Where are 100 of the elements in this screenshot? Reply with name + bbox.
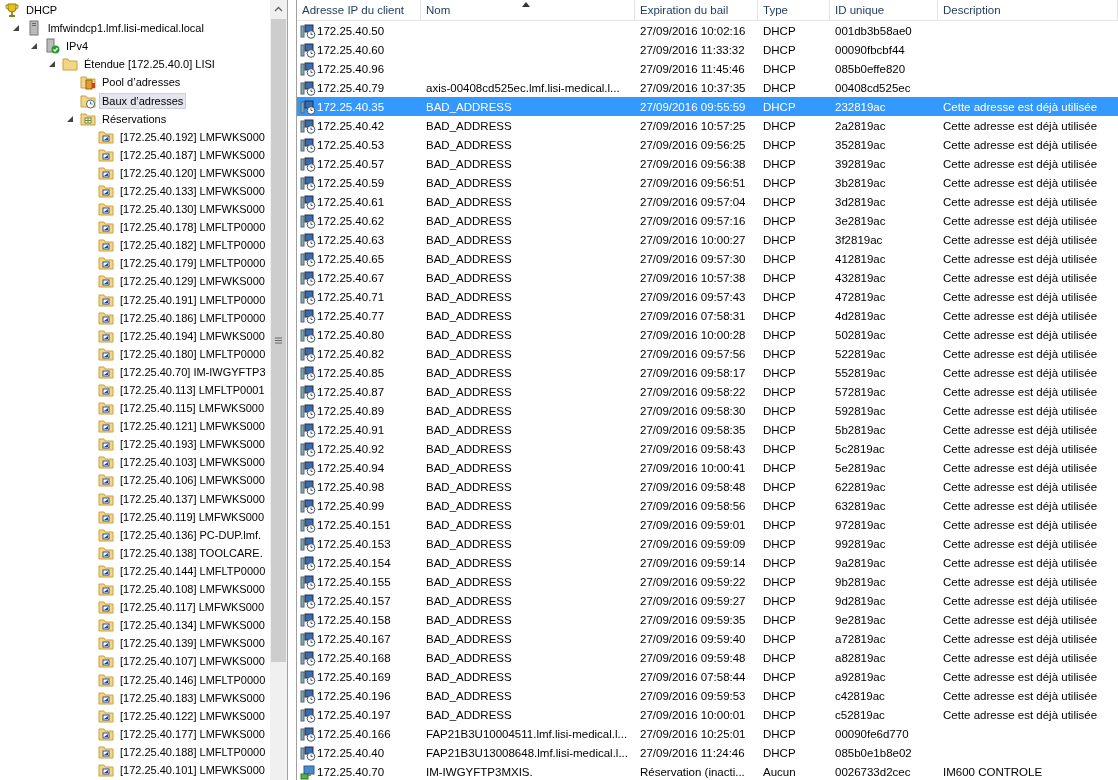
- table-row[interactable]: 172.25.40.154 BAD_ADDRESS 27/09/2016 09:59:14 DHCP 9a2819ac Cette adresse est déjà utilisée: [297, 553, 1118, 572]
- expand-arrow-icon[interactable]: [12, 24, 20, 33]
- table-row[interactable]: 172.25.40.63 BAD_ADDRESS 27/09/2016 10:00:27 DHCP 3f2819ac Cette adresse est déjà utilisée: [297, 230, 1118, 249]
- tree-item[interactable]: Réservations: [99, 110, 170, 127]
- tree-item[interactable]: [172.25.40.107] LMFWKS000: [117, 653, 268, 670]
- table-row[interactable]: 172.25.40.91 BAD_ADDRESS 27/09/2016 09:58:35 DHCP 5b2819ac Cette adresse est déjà utilisée: [297, 420, 1118, 439]
- table-row[interactable]: 172.25.40.197 BAD_ADDRESS 27/09/2016 10:00:01 DHCP c52819ac Cette adresse est déjà utilisée: [297, 705, 1118, 724]
- tree-item[interactable]: Étendue [172.25.40.0] LISI: [81, 56, 218, 73]
- table-row[interactable]: 172.25.40.96 27/09/2016 11:45:46 DHCP 085b0effe820: [297, 59, 1118, 78]
- tree-item[interactable]: [172.25.40.106] LMFWKS000: [117, 472, 268, 489]
- table-row[interactable]: 172.25.40.89 BAD_ADDRESS 27/09/2016 09:58:30 DHCP 592819ac Cette adresse est déjà utilisée: [297, 401, 1118, 420]
- tree-item[interactable]: [172.25.40.138] TOOLCARE.: [117, 544, 266, 561]
- column-header[interactable]: Nom: [421, 0, 635, 20]
- table-row[interactable]: 172.25.40.59 BAD_ADDRESS 27/09/2016 09:56:51 DHCP 3b2819ac Cette adresse est déjà utilisée: [297, 173, 1118, 192]
- tree-item[interactable]: [172.25.40.146] LMFLTP0000: [117, 671, 269, 688]
- tree-item[interactable]: [172.25.40.183] LMFWKS000: [117, 689, 268, 706]
- column-header[interactable]: Type: [758, 0, 830, 20]
- tree-item[interactable]: [172.25.40.194] LMFWKS000: [117, 327, 268, 344]
- tree-item[interactable]: [172.25.40.113] LMFLTP0001: [117, 382, 268, 398]
- table-row[interactable]: 172.25.40.71 BAD_ADDRESS 27/09/2016 09:57:43 DHCP 472819ac Cette adresse est déjà utilisée: [297, 287, 1118, 306]
- table-row[interactable]: 172.25.40.65 BAD_ADDRESS 27/09/2016 09:57:30 DHCP 412819ac Cette adresse est déjà utilisée: [297, 249, 1118, 268]
- tree-item[interactable]: [172.25.40.178] LMFLTP0000: [117, 219, 269, 236]
- table-row[interactable]: 172.25.40.50 27/09/2016 10:02:16 DHCP 001db3b58ae0: [297, 21, 1118, 40]
- table-row[interactable]: 172.25.40.70 IM-IWGYFTP3MXIS. Réservation (inacti... Aucun 0026733d2cec IM600 CONTROLE: [297, 762, 1118, 780]
- table-row[interactable]: 172.25.40.53 BAD_ADDRESS 27/09/2016 09:56:25 DHCP 352819ac Cette adresse est déjà utilisée: [297, 135, 1118, 154]
- table-row[interactable]: 172.25.40.92 BAD_ADDRESS 27/09/2016 09:58:43 DHCP 5c2819ac Cette adresse est déjà utilisée: [297, 439, 1118, 458]
- table-cell: DHCP: [763, 423, 796, 436]
- tree-item[interactable]: [172.25.40.115] LMFWKS000: [117, 400, 268, 417]
- table-row[interactable]: 172.25.40.98 BAD_ADDRESS 27/09/2016 09:58:48 DHCP 622819ac Cette adresse est déjà utilisée: [297, 477, 1118, 496]
- table-row[interactable]: 172.25.40.77 BAD_ADDRESS 27/09/2016 07:58:31 DHCP 4d2819ac Cette adresse est déjà utilisée: [297, 306, 1118, 325]
- tree-item[interactable]: [172.25.40.120] LMFWKS000: [117, 164, 268, 181]
- tree-item[interactable]: [172.25.40.188] LMFLTP0000: [117, 743, 269, 760]
- scrollbar-thumb[interactable]: [271, 19, 286, 662]
- ip-address: 172.25.40.166: [317, 727, 391, 740]
- table-row[interactable]: 172.25.40.40 FAP21B3U13008648.lmf.lisi-medical.l... 27/09/2016 11:24:46 DHCP 085b0e1b8e02: [297, 743, 1118, 762]
- table-row[interactable]: 172.25.40.60 27/09/2016 11:33:32 DHCP 00090fbcbf44: [297, 40, 1118, 59]
- tree-item[interactable]: [172.25.40.191] LMFLTP0000: [117, 291, 269, 308]
- tree-item[interactable]: [172.25.40.117] LMFWKS000: [117, 599, 268, 616]
- tree-item[interactable]: [172.25.40.139] LMFWKS000: [117, 635, 268, 652]
- tree-item[interactable]: Pool d’adresses: [99, 74, 184, 91]
- tree-item[interactable]: [172.25.40.103] LMFWKS000: [117, 454, 268, 471]
- tree-item[interactable]: [172.25.40.193] LMFWKS000: [117, 436, 268, 453]
- tree-item[interactable]: [172.25.40.177] LMFWKS000: [117, 725, 268, 742]
- tree-item[interactable]: [172.25.40.119] LMFWKS000: [117, 508, 268, 525]
- tree-item[interactable]: [172.25.40.136] PC-DUP.lmf.: [117, 526, 265, 543]
- table-row[interactable]: 172.25.40.169 BAD_ADDRESS 27/09/2016 07:58:44 DHCP a92819ac Cette adresse est déjà utilisée: [297, 667, 1118, 686]
- table-row[interactable]: 172.25.40.67 BAD_ADDRESS 27/09/2016 10:57:38 DHCP 432819ac Cette adresse est déjà utilisée: [297, 268, 1118, 287]
- table-row[interactable]: 172.25.40.167 BAD_ADDRESS 27/09/2016 09:59:40 DHCP a72819ac Cette adresse est déjà utilisée: [297, 629, 1118, 648]
- tree-item[interactable]: [172.25.40.101] LMFWKS000: [117, 762, 268, 778]
- table-row[interactable]: 172.25.40.168 BAD_ADDRESS 27/09/2016 09:59:48 DHCP a82819ac Cette adresse est déjà utilisée: [297, 648, 1118, 667]
- table-row[interactable]: 172.25.40.99 BAD_ADDRESS 27/09/2016 09:58:56 DHCP 632819ac Cette adresse est déjà utilisée: [297, 496, 1118, 515]
- column-header[interactable]: Adresse IP du client: [297, 0, 421, 20]
- table-row[interactable]: 172.25.40.82 BAD_ADDRESS 27/09/2016 09:57:56 DHCP 522819ac Cette adresse est déjà utilisée: [297, 344, 1118, 363]
- tree-item[interactable]: [172.25.40.144] LMFLTP0000: [117, 562, 269, 579]
- expand-arrow-icon[interactable]: [48, 60, 56, 69]
- tree-item[interactable]: [172.25.40.192] LMFWKS000: [117, 128, 268, 145]
- tree-item[interactable]: lmfwindcp1.lmf.lisi-medical.local: [45, 20, 207, 37]
- expand-arrow-icon[interactable]: [30, 42, 38, 51]
- tree-item[interactable]: [172.25.40.130] LMFWKS000: [117, 201, 268, 218]
- table-row[interactable]: 172.25.40.153 BAD_ADDRESS 27/09/2016 09:59:09 DHCP 992819ac Cette adresse est déjà utilisée: [297, 534, 1118, 553]
- tree-item[interactable]: [172.25.40.134] LMFWKS000: [117, 617, 268, 634]
- tree-item[interactable]: [172.25.40.122] LMFWKS000: [117, 707, 268, 724]
- ip-address: 172.25.40.35: [317, 100, 385, 113]
- expand-arrow-icon[interactable]: [66, 114, 74, 123]
- tree-item[interactable]: [172.25.40.179] LMFLTP0000: [117, 255, 269, 272]
- table-row[interactable]: 172.25.40.85 BAD_ADDRESS 27/09/2016 09:58:17 DHCP 552819ac Cette adresse est déjà utilisée: [297, 363, 1118, 382]
- tree-item[interactable]: IPv4: [63, 38, 91, 55]
- tree-item[interactable]: [172.25.40.180] LMFLTP0000: [117, 345, 269, 362]
- folder-computer-icon: [98, 201, 114, 218]
- table-row[interactable]: 172.25.40.42 BAD_ADDRESS 27/09/2016 10:57:25 DHCP 2a2819ac Cette adresse est déjà utilisée: [297, 116, 1118, 135]
- tree-item[interactable]: DHCP: [23, 2, 61, 19]
- table-row[interactable]: 172.25.40.94 BAD_ADDRESS 27/09/2016 10:00:41 DHCP 5e2819ac Cette adresse est déjà utilisée: [297, 458, 1118, 477]
- tree-item[interactable]: Baux d’adresses: [99, 92, 187, 109]
- table-row[interactable]: 172.25.40.61 BAD_ADDRESS 27/09/2016 09:57:04 DHCP 3d2819ac Cette adresse est déjà utilisée: [297, 192, 1118, 211]
- table-row[interactable]: 172.25.40.151 BAD_ADDRESS 27/09/2016 09:59:01 DHCP 972819ac Cette adresse est déjà utilisée: [297, 515, 1118, 534]
- tree-item[interactable]: [172.25.40.121] LMFWKS000: [117, 418, 268, 435]
- folder-computer-icon: [98, 743, 114, 760]
- tree-item[interactable]: [172.25.40.70] IM-IWGYFTP3: [117, 363, 269, 380]
- table-row[interactable]: 172.25.40.155 BAD_ADDRESS 27/09/2016 09:59:22 DHCP 9b2819ac Cette adresse est déjà utilisée: [297, 572, 1118, 591]
- tree-item[interactable]: [172.25.40.129] LMFWKS000: [117, 273, 268, 290]
- table-row[interactable]: 172.25.40.62 BAD_ADDRESS 27/09/2016 09:57:16 DHCP 3e2819ac Cette adresse est déjà utilisée: [297, 211, 1118, 230]
- table-row[interactable]: 172.25.40.80 BAD_ADDRESS 27/09/2016 10:00:28 DHCP 502819ac Cette adresse est déjà utilisée: [297, 325, 1118, 344]
- table-row[interactable]: 172.25.40.79 axis-00408cd525ec.lmf.lisi-medical.l... 27/09/2016 10:37:35 DHCP 00408cd525ec: [297, 78, 1118, 97]
- column-header[interactable]: Expiration du bail: [635, 0, 758, 20]
- tree-item[interactable]: [172.25.40.137] LMFWKS000: [117, 490, 268, 507]
- tree-item[interactable]: [172.25.40.108] LMFWKS000: [117, 581, 268, 598]
- table-row[interactable]: 172.25.40.166 FAP21B3U10004511.lmf.lisi-medical.l... 27/09/2016 10:25:01 DHCP 00090fe6d770: [297, 724, 1118, 743]
- tree-item[interactable]: [172.25.40.133] LMFWKS000: [117, 183, 268, 199]
- table-row[interactable]: 172.25.40.57 BAD_ADDRESS 27/09/2016 09:56:38 DHCP 392819ac Cette adresse est déjà utilisée: [297, 154, 1118, 173]
- tree-item[interactable]: [172.25.40.186] LMFLTP0000: [117, 309, 269, 326]
- column-header[interactable]: Description: [938, 0, 1118, 20]
- table-row[interactable]: 172.25.40.87 BAD_ADDRESS 27/09/2016 09:58:22 DHCP 572819ac Cette adresse est déjà utilisée: [297, 382, 1118, 401]
- column-header[interactable]: ID unique: [830, 0, 938, 20]
- folder-computer-icon: [98, 599, 114, 616]
- table-row[interactable]: 172.25.40.196 BAD_ADDRESS 27/09/2016 09:59:53 DHCP c42819ac Cette adresse est déjà utilisée: [297, 686, 1118, 705]
- tree-item[interactable]: [172.25.40.182] LMFLTP0000: [117, 237, 269, 254]
- tree-item[interactable]: [172.25.40.187] LMFWKS000: [117, 146, 268, 163]
- table-row[interactable]: 172.25.40.157 BAD_ADDRESS 27/09/2016 09:59:27 DHCP 9d2819ac Cette adresse est déjà utilisée: [297, 591, 1118, 610]
- table-row[interactable]: 172.25.40.158 BAD_ADDRESS 27/09/2016 09:59:35 DHCP 9e2819ac Cette adresse est déjà utilisée: [297, 610, 1118, 629]
- folder-computer-icon: [98, 635, 114, 652]
